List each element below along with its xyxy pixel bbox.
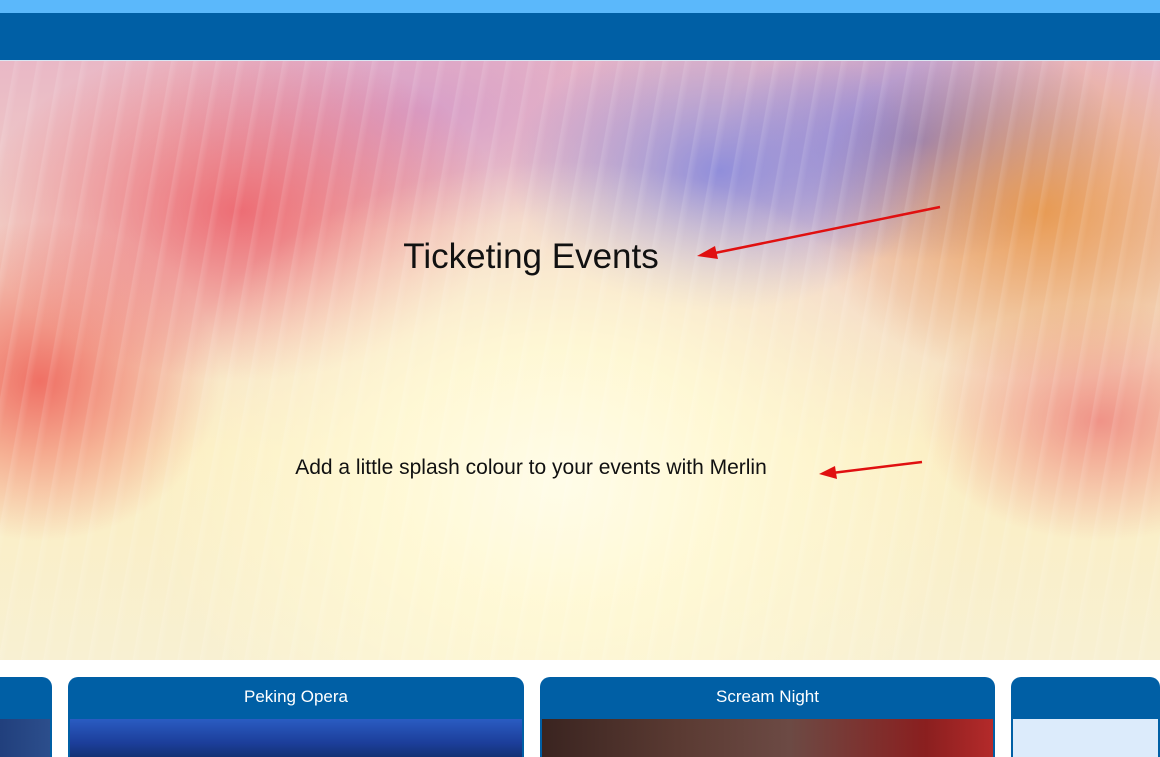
event-card-scream-night[interactable]: Scream Night xyxy=(540,677,995,757)
event-card-title xyxy=(1011,677,1160,717)
event-card-image xyxy=(1013,719,1158,757)
title-annotation-arrow xyxy=(697,205,941,259)
event-card-partial-left[interactable] xyxy=(0,677,52,757)
annotation-arrows xyxy=(697,205,941,479)
event-card-title: Scream Night xyxy=(716,687,819,706)
event-card-title: Peking Opera xyxy=(244,687,348,706)
event-card-peking-opera[interactable]: Peking Opera xyxy=(68,677,524,757)
event-card-image xyxy=(70,719,522,757)
event-card-partial-right[interactable] xyxy=(1011,677,1160,757)
subtitle-annotation-arrow xyxy=(819,460,923,479)
event-card-title xyxy=(0,677,52,717)
event-card-image xyxy=(542,719,993,757)
event-card-image xyxy=(0,719,50,757)
